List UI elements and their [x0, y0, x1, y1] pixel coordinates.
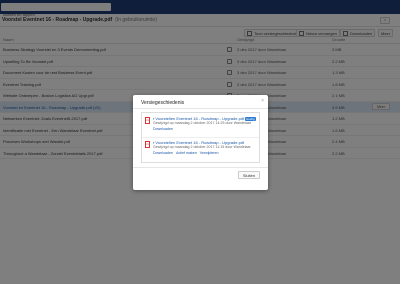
close-button[interactable]: Sluiten — [238, 171, 260, 179]
version-link[interactable]: Downloaden — [153, 151, 173, 155]
version-link[interactable]: Downloaden — [153, 127, 173, 131]
version-link[interactable]: Actief maken — [176, 151, 197, 155]
version-list: PDF ▪Voorstellen Eventnet 16 - Roadmap - … — [141, 112, 260, 163]
divider — [133, 108, 268, 109]
current-badge: Huidig — [245, 116, 256, 121]
dialog-title: Versiegeschiedenis — [141, 100, 185, 106]
pdf-file-icon: PDF — [145, 141, 150, 148]
version-meta: Gewijzigd op maandag 2 oktober 2017 11:1… — [153, 145, 251, 149]
version-link[interactable]: Verwijderen — [200, 151, 219, 155]
version-actions: Downloaden — [153, 127, 176, 131]
version-actions: Downloaden Actief maken Verwijderen — [153, 151, 222, 155]
version-history-dialog: Versiegeschiedenis × PDF ▪Voorstellen Eve… — [133, 95, 268, 190]
close-icon[interactable]: × — [261, 99, 264, 104]
version-item: PDF ▪Voorstellen Eventnet 16 - Roadmap - … — [142, 113, 259, 138]
divider — [133, 167, 268, 168]
pdf-file-icon: PDF — [145, 117, 150, 124]
version-item: PDF ▪Voorstellen Eventnet 16 - Roadmap - … — [142, 137, 259, 161]
version-meta: Gewijzigd op maandag 2 oktober 2017 14:2… — [153, 121, 251, 125]
